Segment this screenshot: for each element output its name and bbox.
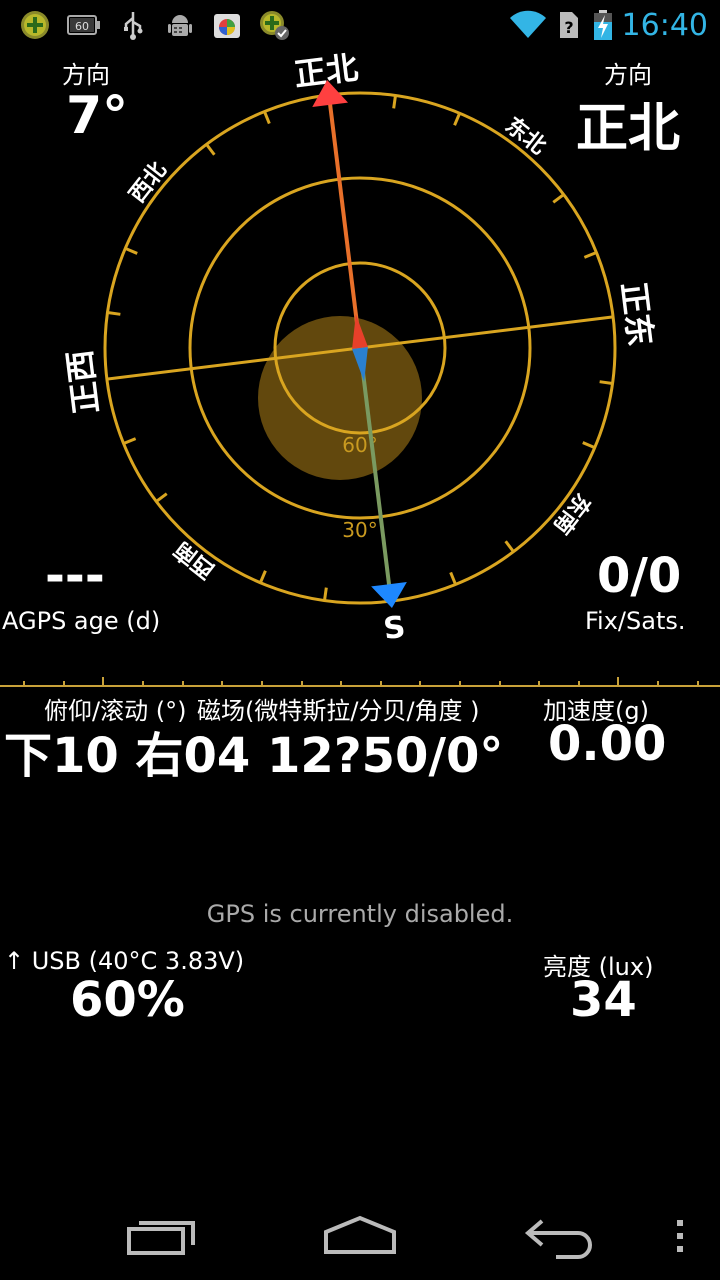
- update-check-icon: [259, 10, 289, 40]
- wifi-icon: [508, 10, 548, 40]
- orientation-magnetic-value: 下10 右04 12?50/0°: [4, 728, 504, 784]
- menu-icon[interactable]: [672, 1218, 688, 1254]
- battery-60-icon: 60: [67, 10, 101, 40]
- navigation-bar: [0, 1190, 720, 1280]
- horizon-plane: [258, 316, 422, 480]
- back-icon[interactable]: [522, 1215, 596, 1259]
- battery-charging-icon: [592, 10, 614, 40]
- compass-label-west: 正西: [60, 348, 106, 416]
- agps-age-value: ---: [45, 548, 105, 604]
- usb-icon: [118, 10, 148, 40]
- agps-age-label: AGPS age (d): [2, 607, 161, 635]
- status-bar: 60 ? 16:40: [0, 0, 720, 50]
- heading-direction-value: 正北: [576, 99, 681, 159]
- fix-sats-value: 0/0: [597, 548, 682, 604]
- home-icon[interactable]: [320, 1212, 400, 1258]
- clock: 16:40: [621, 8, 708, 43]
- app-store-icon: [212, 10, 242, 40]
- gps-status-text: GPS is currently disabled.: [206, 900, 514, 928]
- android-debug-icon: [165, 10, 195, 40]
- svg-text:?: ?: [564, 18, 573, 37]
- heading-degrees-value: 7°: [66, 86, 129, 146]
- battery-percent-value: 60%: [70, 972, 185, 1028]
- elevation-30-label: 30°: [342, 518, 377, 542]
- compass-label-east: 正东: [614, 280, 660, 348]
- acceleration-value: 0.00: [548, 716, 667, 772]
- fix-sats-label: Fix/Sats.: [585, 607, 686, 635]
- no-sim-icon: ?: [558, 10, 580, 40]
- light-level-value: 34: [570, 972, 637, 1028]
- battery-status-label: ↑ USB (40°C 3.83V): [4, 947, 245, 975]
- divider-ruler-ticks: [23, 677, 699, 687]
- heading-degrees-label: 方向: [62, 61, 110, 89]
- south-arrow-icon: [371, 582, 407, 609]
- compass-label-south: S: [382, 610, 408, 647]
- heading-direction-label: 方向: [604, 61, 652, 89]
- plus-circle-icon: [20, 10, 50, 40]
- battery-level-text: 60: [75, 20, 89, 33]
- recent-apps-icon[interactable]: [125, 1215, 199, 1259]
